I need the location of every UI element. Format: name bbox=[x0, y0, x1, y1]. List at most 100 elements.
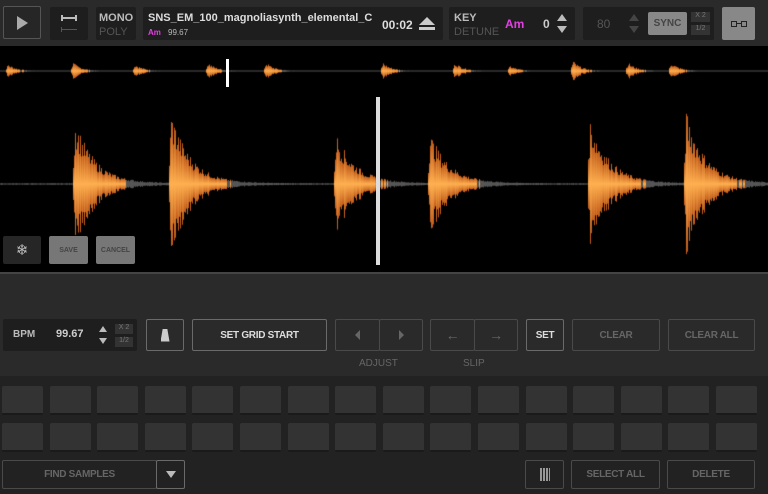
mono-poly-toggle[interactable]: MONO POLY bbox=[96, 7, 136, 40]
sample-pad[interactable] bbox=[620, 423, 662, 452]
metronome-button[interactable] bbox=[146, 319, 184, 351]
tempo-panel: 80 SYNC X 2 1/2 bbox=[583, 7, 714, 40]
overview-waveform[interactable] bbox=[0, 46, 768, 96]
sync-button[interactable]: SYNC bbox=[648, 12, 687, 35]
sample-pad[interactable] bbox=[287, 386, 329, 415]
sample-pad[interactable] bbox=[716, 423, 757, 452]
bpm-x2-button[interactable]: X 2 bbox=[115, 324, 133, 334]
sample-pad[interactable] bbox=[49, 386, 91, 415]
select-all-button[interactable]: SELECT ALL bbox=[571, 460, 660, 489]
find-samples-button[interactable]: FIND SAMPLES bbox=[2, 460, 157, 489]
adjust-right-button[interactable] bbox=[379, 319, 423, 351]
tempo-x2-button[interactable]: X 2 bbox=[691, 12, 710, 22]
sample-pad[interactable] bbox=[478, 423, 519, 452]
slip-label: SLIP bbox=[463, 358, 485, 369]
delete-button[interactable]: DELETE bbox=[667, 460, 755, 489]
sample-pad[interactable] bbox=[2, 386, 43, 415]
key-value: Am bbox=[505, 17, 525, 31]
time-display: 00:02 bbox=[382, 18, 413, 32]
tempo-down-button[interactable] bbox=[629, 26, 639, 33]
sample-pad[interactable] bbox=[478, 386, 519, 415]
set-button[interactable]: SET bbox=[526, 319, 564, 351]
slip-right-button[interactable]: → bbox=[474, 319, 518, 351]
tempo-value: 80 bbox=[597, 17, 611, 31]
play-icon bbox=[16, 15, 28, 30]
triangle-right-icon bbox=[398, 330, 404, 340]
chevron-down-icon bbox=[165, 471, 176, 478]
sample-pad[interactable] bbox=[525, 386, 567, 415]
sample-pad[interactable] bbox=[668, 423, 710, 452]
link-icon bbox=[730, 20, 747, 27]
track-title: SNS_EM_100_magnoliasynth_elemental_C bbox=[148, 12, 373, 24]
tempo-half-button[interactable]: 1/2 bbox=[691, 25, 710, 35]
sample-pad[interactable] bbox=[144, 423, 186, 452]
sample-pad[interactable] bbox=[97, 386, 139, 415]
sample-pad[interactable] bbox=[430, 423, 472, 452]
sample-pad[interactable] bbox=[49, 423, 91, 452]
poly-label[interactable]: POLY bbox=[99, 26, 128, 38]
detune-label[interactable]: DETUNE bbox=[454, 26, 499, 38]
sample-pad[interactable] bbox=[382, 386, 424, 415]
sample-pad[interactable] bbox=[192, 386, 234, 415]
eject-button[interactable] bbox=[419, 17, 435, 31]
sample-pad[interactable] bbox=[2, 423, 43, 452]
sample-pad[interactable] bbox=[192, 423, 234, 452]
sample-pad[interactable] bbox=[716, 386, 757, 415]
piano-icon bbox=[539, 468, 550, 481]
clear-all-button[interactable]: CLEAR ALL bbox=[668, 319, 755, 351]
adjust-left-button[interactable] bbox=[335, 319, 380, 351]
loop-mode-button[interactable] bbox=[50, 7, 88, 40]
mono-label[interactable]: MONO bbox=[99, 12, 133, 24]
track-bpm: 99.67 bbox=[168, 28, 189, 37]
track-info: SNS_EM_100_magnoliasynth_elemental_C Am … bbox=[143, 7, 443, 40]
sample-pad[interactable] bbox=[240, 386, 281, 415]
sample-pad[interactable] bbox=[240, 423, 281, 452]
freeze-button[interactable]: ❄ bbox=[3, 236, 41, 264]
sample-pad[interactable] bbox=[620, 386, 662, 415]
bpm-panel: BPM 99.67 X 2 1/2 bbox=[3, 319, 137, 351]
sample-pad[interactable] bbox=[668, 386, 710, 415]
sample-pad[interactable] bbox=[287, 423, 329, 452]
set-grid-start-button[interactable]: SET GRID START bbox=[192, 319, 327, 351]
loop-icon bbox=[61, 15, 77, 21]
sample-pad[interactable] bbox=[97, 423, 139, 452]
key-up-button[interactable] bbox=[557, 14, 567, 21]
playhead[interactable] bbox=[376, 97, 380, 265]
bpm-label: BPM bbox=[13, 329, 36, 340]
sample-pad[interactable] bbox=[573, 423, 615, 452]
play-button[interactable] bbox=[3, 6, 41, 39]
snowflake-icon: ❄ bbox=[15, 242, 29, 259]
bpm-half-button[interactable]: 1/2 bbox=[115, 337, 133, 347]
find-samples-dropdown[interactable] bbox=[156, 460, 185, 489]
adjust-label: ADJUST bbox=[359, 358, 398, 369]
piano-button[interactable] bbox=[525, 460, 564, 489]
sample-pad[interactable] bbox=[335, 386, 377, 415]
key-down-button[interactable] bbox=[557, 26, 567, 33]
track-key: Am bbox=[148, 28, 161, 37]
sample-pad[interactable] bbox=[573, 386, 615, 415]
clear-button[interactable]: CLEAR bbox=[572, 319, 660, 351]
arrow-right-icon: → bbox=[489, 327, 503, 343]
overview-playhead[interactable] bbox=[226, 59, 229, 87]
key-label: KEY bbox=[454, 12, 477, 24]
divider bbox=[0, 272, 768, 274]
play-through-icon bbox=[61, 27, 77, 32]
sample-pad[interactable] bbox=[335, 423, 377, 452]
sample-pad[interactable] bbox=[382, 423, 424, 452]
sample-pad[interactable] bbox=[144, 386, 186, 415]
metronome-icon bbox=[160, 328, 170, 342]
arrow-left-icon: ← bbox=[445, 327, 460, 343]
save-button[interactable]: SAVE bbox=[49, 236, 88, 264]
bpm-down-button[interactable] bbox=[99, 338, 107, 344]
link-button[interactable] bbox=[722, 7, 755, 40]
waveform-area[interactable]: ❄ SAVE CANCEL bbox=[0, 46, 768, 272]
key-shift-value: 0 bbox=[543, 17, 550, 31]
bpm-up-button[interactable] bbox=[99, 326, 107, 332]
slip-left-button[interactable]: ← bbox=[430, 319, 475, 351]
cancel-button[interactable]: CANCEL bbox=[96, 236, 135, 264]
sample-pad[interactable] bbox=[430, 386, 472, 415]
tempo-up-button[interactable] bbox=[629, 14, 639, 21]
sample-pad[interactable] bbox=[525, 423, 567, 452]
bpm-value: 99.67 bbox=[56, 328, 84, 340]
triangle-left-icon bbox=[355, 330, 360, 340]
